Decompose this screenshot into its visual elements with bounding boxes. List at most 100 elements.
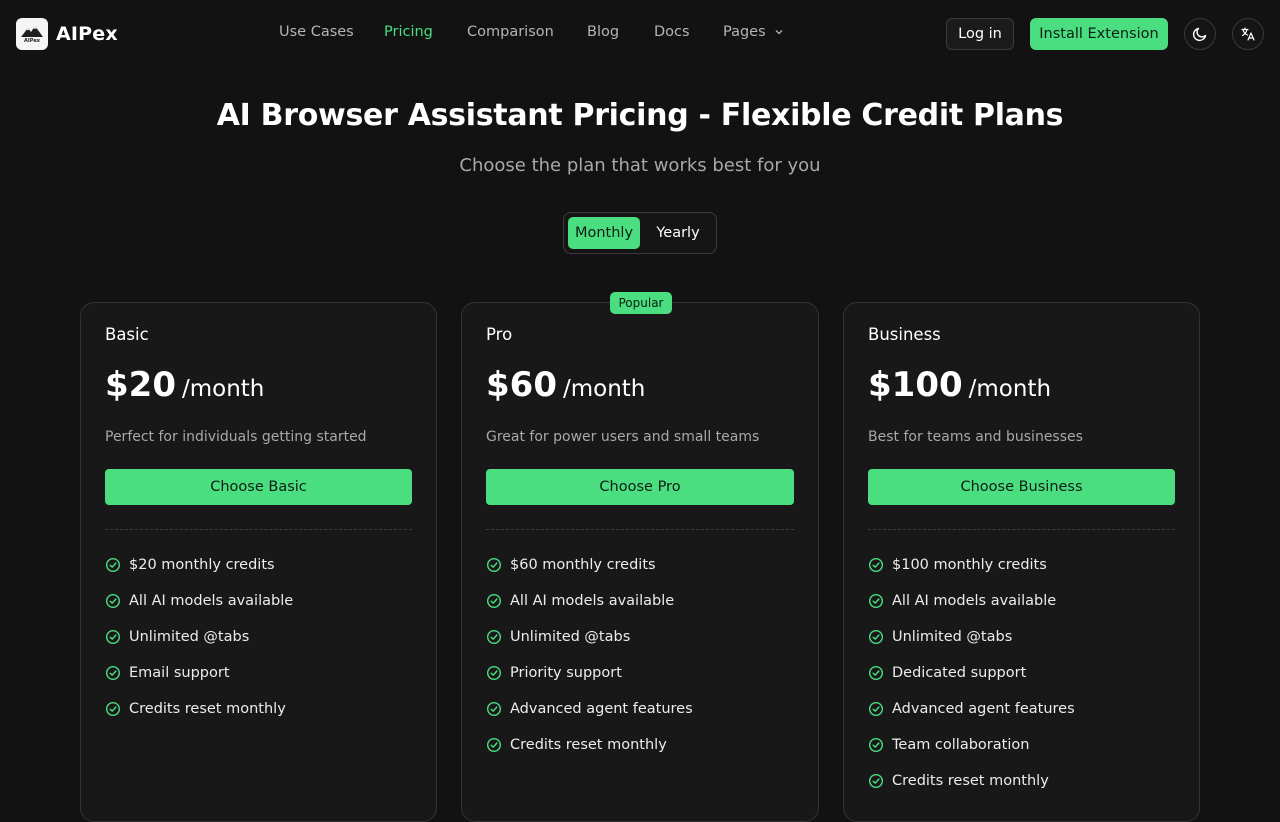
- choose-business-button[interactable]: Choose Business: [868, 469, 1175, 505]
- nav-use-cases[interactable]: Use Cases: [279, 24, 354, 40]
- feature-text: $60 monthly credits: [510, 557, 656, 573]
- site-header: AIPex AIPex Use Cases Pricing Comparison…: [0, 0, 1280, 68]
- feature-text: Priority support: [510, 665, 622, 681]
- check-circle-icon: [486, 557, 502, 573]
- nav-blog[interactable]: Blog: [587, 24, 619, 40]
- chevron-down-icon: [775, 30, 783, 35]
- list-item: Unlimited @tabs: [868, 619, 1075, 655]
- nav-docs[interactable]: Docs: [654, 24, 690, 40]
- check-circle-icon: [486, 737, 502, 753]
- feature-list: $100 monthly credits All AI models avail…: [868, 547, 1075, 799]
- list-item: $60 monthly credits: [486, 547, 693, 583]
- plan-price: $60/month: [486, 365, 645, 405]
- check-circle-icon: [868, 593, 884, 609]
- toggle-monthly[interactable]: Monthly: [568, 217, 640, 249]
- list-item: All AI models available: [868, 583, 1075, 619]
- choose-pro-button[interactable]: Choose Pro: [486, 469, 794, 505]
- feature-text: Unlimited @tabs: [892, 629, 1013, 645]
- list-item: All AI models available: [105, 583, 293, 619]
- check-circle-icon: [105, 557, 121, 573]
- popular-badge: Popular: [610, 292, 672, 314]
- divider: [105, 529, 412, 530]
- plan-description: Best for teams and businesses: [868, 429, 1083, 445]
- feature-text: Dedicated support: [892, 665, 1027, 681]
- billing-period-toggle: Monthly Yearly: [563, 212, 717, 254]
- feature-text: Team collaboration: [892, 737, 1030, 753]
- feature-text: All AI models available: [129, 593, 294, 609]
- list-item: $100 monthly credits: [868, 547, 1075, 583]
- price-amount: $60: [486, 365, 557, 405]
- page-subtitle: Choose the plan that works best for you: [459, 155, 821, 176]
- feature-list: $20 monthly credits All AI models availa…: [105, 547, 293, 727]
- plan-description: Great for power users and small teams: [486, 429, 760, 445]
- feature-text: Unlimited @tabs: [129, 629, 250, 645]
- list-item: Advanced agent features: [868, 691, 1075, 727]
- plan-name: Business: [868, 325, 941, 344]
- plan-price: $100/month: [868, 365, 1051, 405]
- plan-name: Pro: [486, 325, 513, 344]
- list-item: All AI models available: [486, 583, 693, 619]
- check-circle-icon: [486, 629, 502, 645]
- list-item: Priority support: [486, 655, 693, 691]
- feature-text: All AI models available: [892, 593, 1057, 609]
- page-title: AI Browser Assistant Pricing - Flexible …: [216, 98, 1064, 133]
- price-amount: $100: [868, 365, 963, 405]
- plan-card-business: Business $100/month Best for teams and b…: [843, 302, 1200, 822]
- feature-text: Email support: [129, 665, 230, 681]
- nav-comparison[interactable]: Comparison: [467, 24, 554, 40]
- check-circle-icon: [105, 593, 121, 609]
- check-circle-icon: [105, 665, 121, 681]
- check-circle-icon: [105, 701, 121, 717]
- feature-list: $60 monthly credits All AI models availa…: [486, 547, 693, 763]
- list-item: Dedicated support: [868, 655, 1075, 691]
- feature-text: Credits reset monthly: [892, 773, 1049, 789]
- nav-pages-label: Pages: [723, 24, 766, 40]
- check-circle-icon: [105, 629, 121, 645]
- feature-text: Credits reset monthly: [129, 701, 286, 717]
- feature-text: Advanced agent features: [510, 701, 693, 717]
- feature-text: Unlimited @tabs: [510, 629, 631, 645]
- language-button[interactable]: [1232, 18, 1264, 50]
- toggle-yearly[interactable]: Yearly: [644, 217, 712, 249]
- list-item: Email support: [105, 655, 293, 691]
- plan-card-pro: Popular Pro $60/month Great for power us…: [461, 292, 819, 822]
- nav-pricing[interactable]: Pricing: [384, 24, 433, 40]
- plan-price: $20/month: [105, 365, 264, 405]
- list-item: $20 monthly credits: [105, 547, 293, 583]
- feature-text: $100 monthly credits: [892, 557, 1047, 573]
- list-item: Credits reset monthly: [105, 691, 293, 727]
- check-circle-icon: [486, 593, 502, 609]
- price-period: /month: [562, 376, 646, 402]
- feature-text: Credits reset monthly: [510, 737, 667, 753]
- check-circle-icon: [868, 773, 884, 789]
- list-item: Credits reset monthly: [868, 763, 1075, 799]
- list-item: Unlimited @tabs: [486, 619, 693, 655]
- list-item: Credits reset monthly: [486, 727, 693, 763]
- install-extension-button[interactable]: Install Extension: [1030, 18, 1168, 50]
- list-item: Team collaboration: [868, 727, 1075, 763]
- check-circle-icon: [868, 629, 884, 645]
- list-item: Advanced agent features: [486, 691, 693, 727]
- feature-text: $20 monthly credits: [129, 557, 275, 573]
- plan-card-basic: Basic $20/month Perfect for individuals …: [80, 302, 437, 822]
- nav-pages[interactable]: Pages: [723, 24, 784, 40]
- check-circle-icon: [868, 665, 884, 681]
- feature-text: All AI models available: [510, 593, 675, 609]
- price-amount: $20: [105, 365, 176, 405]
- feature-text: Advanced agent features: [892, 701, 1075, 717]
- price-period: /month: [181, 376, 265, 402]
- theme-toggle-button[interactable]: [1184, 18, 1216, 50]
- divider: [486, 529, 794, 530]
- login-button[interactable]: Log in: [946, 18, 1014, 50]
- check-circle-icon: [868, 737, 884, 753]
- plan-description: Perfect for individuals getting started: [105, 429, 367, 445]
- choose-basic-button[interactable]: Choose Basic: [105, 469, 412, 505]
- divider: [868, 529, 1175, 530]
- check-circle-icon: [868, 557, 884, 573]
- list-item: Unlimited @tabs: [105, 619, 293, 655]
- price-period: /month: [968, 376, 1052, 402]
- check-circle-icon: [486, 701, 502, 717]
- check-circle-icon: [868, 701, 884, 717]
- moon-icon: [1192, 27, 1207, 42]
- check-circle-icon: [486, 665, 502, 681]
